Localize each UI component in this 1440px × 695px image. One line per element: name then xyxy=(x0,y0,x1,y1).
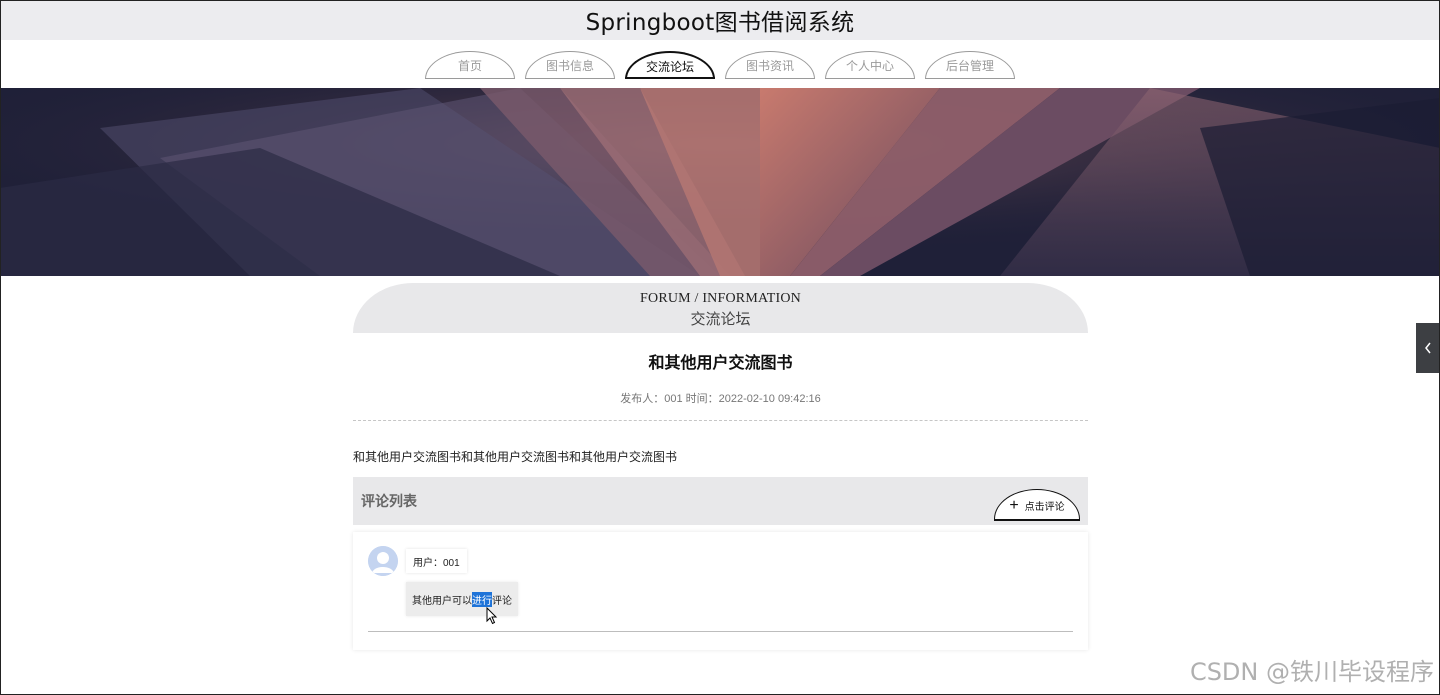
section-title-en: FORUM / INFORMATION xyxy=(640,291,801,306)
nav-item-home[interactable]: 首页 xyxy=(425,51,515,79)
site-title: Springboot图书借阅系统 xyxy=(585,10,855,36)
nav-item-personal-center[interactable]: 个人中心 xyxy=(825,51,915,79)
chevron-left-icon xyxy=(1425,342,1431,354)
comment-user: 用户：001 xyxy=(406,549,467,573)
comment-text-before: 其他用户可以 xyxy=(412,595,472,607)
comment-divider xyxy=(368,631,1073,632)
post-body: 和其他用户交流图书和其他用户交流图书和其他用户交流图书 xyxy=(353,450,678,464)
plus-icon: + xyxy=(1009,496,1019,514)
nav-item-book-news[interactable]: 图书资讯 xyxy=(725,51,815,79)
forum-detail: FORUM / INFORMATION 交流论坛 和其他用户交流图书 发布人：0… xyxy=(353,283,1088,650)
nav-item-book-info[interactable]: 图书信息 xyxy=(525,51,615,79)
nav-item-admin[interactable]: 后台管理 xyxy=(925,51,1015,79)
watermark: CSDN @铁川毕设程序 xyxy=(1189,658,1434,686)
comment-text-selected: 进行 xyxy=(472,591,492,607)
comment-content: 其他用户可以 进行 评论 xyxy=(406,582,518,616)
site-header: Springboot图书借阅系统 xyxy=(0,0,1440,40)
comment-text-after: 评论 xyxy=(492,595,512,607)
section-title-zh: 交流论坛 xyxy=(690,312,751,328)
add-comment-button[interactable]: + 点击评论 xyxy=(994,489,1080,521)
post-meta: 发布人：001 时间：2022-02-10 09:42:16 xyxy=(620,393,821,405)
post-title: 和其他用户交流图书 xyxy=(648,355,793,372)
avatar xyxy=(368,546,398,576)
comments-title: 评论列表 xyxy=(361,493,417,509)
mouse-cursor-icon xyxy=(486,607,498,625)
main-nav: 首页 图书信息 交流论坛 图书资讯 个人中心 后台管理 xyxy=(0,40,1440,88)
side-panel-toggle[interactable] xyxy=(1416,323,1440,373)
comments-header: 评论列表 + 点击评论 xyxy=(353,477,1088,525)
section-header: FORUM / INFORMATION 交流论坛 xyxy=(353,283,1088,333)
divider xyxy=(353,420,1088,421)
add-comment-label: 点击评论 xyxy=(1024,502,1065,513)
comment-item: 用户：001 其他用户可以 进行 评论 xyxy=(353,532,1088,650)
banner-image xyxy=(0,88,1440,276)
nav-item-forum[interactable]: 交流论坛 xyxy=(625,51,715,79)
